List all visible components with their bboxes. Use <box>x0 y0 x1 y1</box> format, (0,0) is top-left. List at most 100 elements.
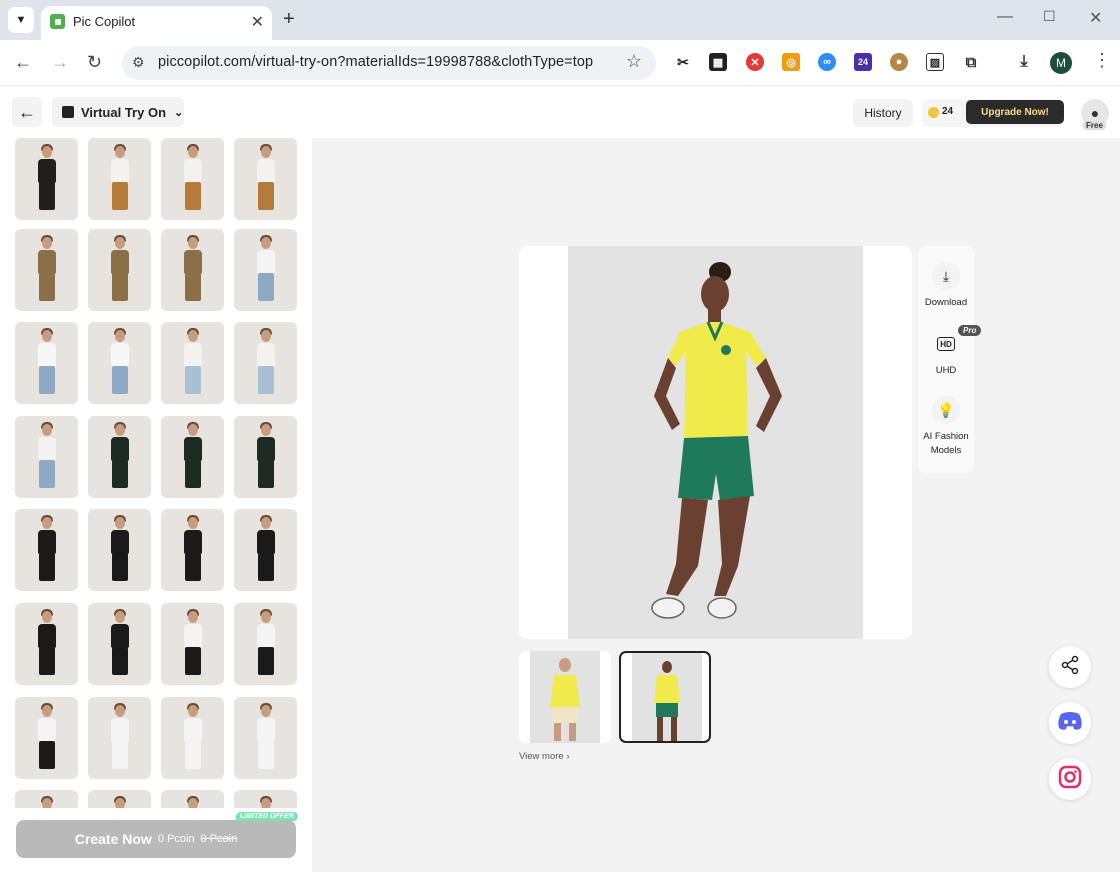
block-extension-icon[interactable]: ✕ <box>746 53 764 71</box>
share-icon <box>1060 655 1080 680</box>
result-image[interactable] <box>568 246 863 639</box>
history-button[interactable]: History <box>853 99 913 127</box>
window-close-icon[interactable]: ✕ <box>1089 8 1102 28</box>
extensions-puzzle-icon[interactable]: ⧉ <box>962 53 980 71</box>
model-thumbnail[interactable] <box>88 416 151 498</box>
address-bar[interactable]: ⚙ piccopilot.com/virtual-try-on?material… <box>122 46 656 80</box>
image-actions-bar: ⤓ Download HD UHD 💡 AI Fashion Models <box>918 246 974 473</box>
model-thumbnail[interactable] <box>234 509 297 591</box>
main-workspace: ⤓ Download HD UHD 💡 AI Fashion Models Pr… <box>312 138 1120 872</box>
model-gallery-panel: Create Now 0 Pcoin 0 Pcoin LIMITED OFFER <box>0 138 312 872</box>
share-button[interactable] <box>1049 646 1091 688</box>
model-thumbnail[interactable] <box>161 229 224 311</box>
model-thumbnail[interactable] <box>234 138 297 220</box>
limited-offer-badge: LIMITED OFFER <box>236 812 298 821</box>
tab-search-button[interactable]: ▼ <box>8 7 34 33</box>
instagram-icon <box>1058 765 1082 794</box>
model-thumbnail[interactable] <box>234 229 297 311</box>
translate-extension-icon[interactable]: ◎ <box>782 53 800 71</box>
download-label: Download <box>924 297 968 308</box>
app-header: ← Virtual Try On ⌄ History 24 Upgrade No… <box>0 87 1120 138</box>
download-icon: ⤓ <box>932 262 960 290</box>
create-now-button[interactable]: Create Now 0 Pcoin 0 Pcoin <box>16 820 296 858</box>
ai-fashion-models-label: AI Fashion Models <box>923 431 969 456</box>
minimize-icon[interactable]: — <box>997 8 1013 26</box>
model-thumbnail[interactable] <box>15 138 78 220</box>
model-thumbnail[interactable] <box>15 229 78 311</box>
discord-button[interactable] <box>1049 702 1091 744</box>
result-canvas <box>519 246 912 639</box>
model-thumbnail[interactable] <box>161 603 224 685</box>
download-action[interactable]: ⤓ Download <box>918 262 974 310</box>
model-thumbnail[interactable] <box>88 229 151 311</box>
chevron-down-icon: ▼ <box>15 14 27 26</box>
discord-icon <box>1057 711 1083 736</box>
downloads-icon[interactable]: ⤓ <box>1015 53 1033 71</box>
link-extension-icon[interactable]: ∞ <box>818 53 836 71</box>
uhd-label: UHD <box>935 365 957 376</box>
hd-icon: HD <box>937 337 955 351</box>
bookmark-star-icon[interactable]: ☆ <box>626 51 642 72</box>
bulb-icon: 💡 <box>932 396 960 424</box>
cookie-extension-icon[interactable]: ● <box>890 53 908 71</box>
new-tab-icon[interactable]: + <box>283 8 295 31</box>
result-variant-2[interactable] <box>619 651 711 743</box>
arrow-left-icon: ← <box>18 101 36 122</box>
uhd-action[interactable]: HD UHD <box>918 330 974 378</box>
image-extension-icon[interactable]: ▨ <box>926 53 944 71</box>
ai-fashion-models-action[interactable]: 💡 AI Fashion Models <box>918 396 974 458</box>
graduation-extension-icon[interactable]: 24 <box>854 53 872 71</box>
model-thumbnail[interactable] <box>161 138 224 220</box>
upgrade-label: Upgrade Now! <box>981 106 1049 118</box>
back-arrow-icon[interactable]: ← <box>14 52 32 73</box>
model-thumbnail[interactable] <box>234 697 297 779</box>
create-now-label: Create Now <box>74 831 152 847</box>
model-thumbnail[interactable] <box>15 322 78 404</box>
history-label: History <box>864 106 902 120</box>
close-tab-icon[interactable]: ✕ <box>251 12 264 32</box>
result-variant-1[interactable] <box>519 651 611 743</box>
model-thumbnail[interactable] <box>161 322 224 404</box>
try-on-model-figure <box>651 262 782 619</box>
url-text: piccopilot.com/virtual-try-on?materialId… <box>158 54 594 70</box>
maximize-icon[interactable]: ☐ <box>1043 8 1056 25</box>
site-settings-icon[interactable]: ⚙ <box>132 54 145 71</box>
model-thumbnail[interactable] <box>88 697 151 779</box>
model-thumbnail[interactable] <box>234 322 297 404</box>
extension-badge: 24 <box>857 57 868 67</box>
model-thumbnail[interactable] <box>88 322 151 404</box>
profile-initial: M <box>1056 56 1066 70</box>
model-thumbnail[interactable] <box>161 697 224 779</box>
qr-code-icon[interactable]: ▦ <box>709 53 727 71</box>
model-thumbnail[interactable] <box>88 138 151 220</box>
mode-selector[interactable]: Virtual Try On ⌄ <box>52 97 184 127</box>
reload-icon[interactable]: ↻ <box>87 52 102 73</box>
model-thumbnail[interactable] <box>88 509 151 591</box>
coin-balance: 24 Upgrade Now! <box>922 99 1064 127</box>
variant-image <box>632 653 702 741</box>
profile-avatar[interactable]: M <box>1050 52 1072 74</box>
model-thumbnail[interactable] <box>88 603 151 685</box>
browser-tab[interactable]: Pic Copilot ✕ <box>41 6 272 40</box>
model-thumbnail[interactable] <box>161 509 224 591</box>
model-thumbnail[interactable] <box>161 416 224 498</box>
tab-title: Pic Copilot <box>73 14 136 29</box>
browser-toolbar: ← → ↻ ⚙ piccopilot.com/virtual-try-on?ma… <box>0 40 1120 86</box>
extension-tools-icon[interactable]: ✂ <box>674 53 692 71</box>
model-thumbnail[interactable] <box>15 416 78 498</box>
model-thumbnail[interactable] <box>15 603 78 685</box>
model-thumbnail[interactable] <box>234 416 297 498</box>
forward-arrow-icon[interactable]: → <box>51 52 69 73</box>
kebab-menu-icon[interactable]: ⋮ <box>1093 50 1111 71</box>
upgrade-button[interactable]: Upgrade Now! <box>966 100 1064 124</box>
back-button[interactable]: ← <box>12 97 42 127</box>
create-price: 0 Pcoin <box>157 833 195 845</box>
plan-badge: Free <box>1083 121 1106 130</box>
chevron-down-icon: ⌄ <box>174 106 184 119</box>
view-more-link[interactable]: View more › <box>519 751 570 762</box>
model-thumbnail[interactable] <box>15 697 78 779</box>
model-thumbnail[interactable] <box>15 509 78 591</box>
instagram-button[interactable] <box>1049 758 1091 800</box>
pro-badge: Pro <box>958 325 982 336</box>
model-thumbnail[interactable] <box>234 603 297 685</box>
